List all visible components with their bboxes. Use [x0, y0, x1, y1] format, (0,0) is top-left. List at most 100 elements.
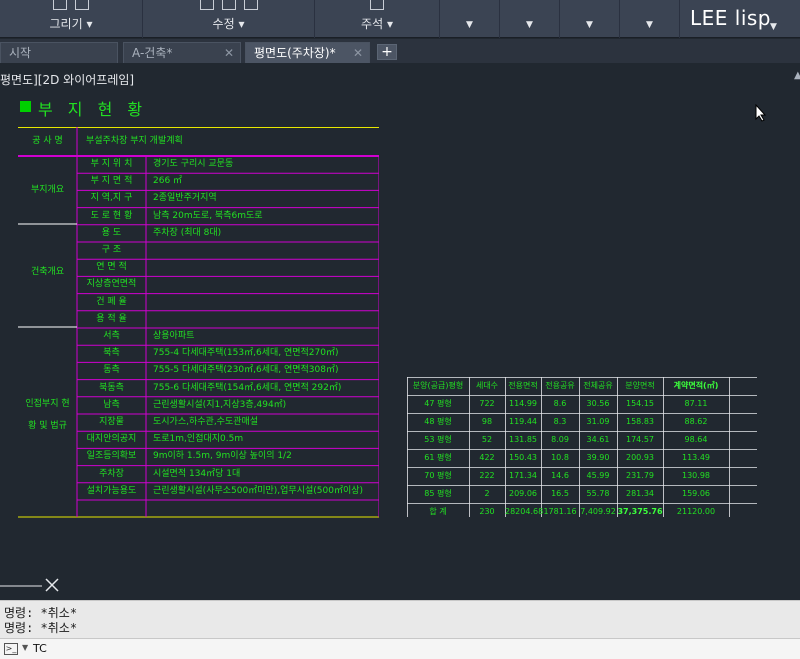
- header-project-value: 부설주차장 부지 개발계획: [86, 136, 183, 146]
- summary-cell: 8.6: [553, 399, 567, 408]
- ribbon-dropdown-1[interactable]: ▼: [440, 0, 500, 38]
- summary-header-cell: 전용공유: [545, 381, 575, 390]
- site-row-value: 주차장 (최대 8대): [153, 227, 222, 238]
- site-row-label: 남측: [103, 399, 120, 410]
- unit-summary-table: 분양(공급)평형 세대수 전용면적 전용공유 전체공유 분양면적 계약면적(㎡) 47 평형 7…: [407, 377, 757, 522]
- summary-cell: 87.11: [684, 399, 708, 408]
- chevron-down-icon[interactable]: ▼: [22, 643, 28, 652]
- summary-cell: 31.09: [586, 417, 610, 426]
- group-label-building: 건축개요: [30, 267, 65, 277]
- site-row-label: 구 조: [101, 245, 122, 255]
- summary-cell: 119.44: [509, 417, 537, 426]
- summary-cell: 7,409.92: [580, 507, 616, 516]
- summary-cell: 30.56: [586, 399, 610, 408]
- summary-cell: 47 평형: [424, 399, 452, 408]
- panel-modify[interactable]: 수정 ▾: [143, 0, 315, 38]
- site-row-value: 남측 20m도로, 북측6m도로: [153, 210, 263, 221]
- close-icon[interactable]: ✕: [224, 43, 234, 63]
- navigation-icon[interactable]: ▲: [794, 70, 800, 81]
- summary-cell: 98: [481, 417, 493, 426]
- site-row-label: 부 지 위 치: [90, 159, 133, 169]
- chevron-down-icon[interactable]: ▼: [770, 22, 777, 32]
- command-input[interactable]: TC: [33, 642, 47, 655]
- summary-cell: 88.62: [684, 417, 708, 426]
- site-row-value: 9m이하 1.5m, 9m이상 높이의 1/2: [153, 451, 292, 462]
- command-history: 명령: *취소* 명령: *취소*: [0, 600, 800, 638]
- chevron-down-icon: ▼: [526, 20, 533, 30]
- site-row-label: 대지안의공지: [86, 434, 137, 445]
- summary-cell: 1781.16: [543, 507, 577, 516]
- site-row-label: 용 도: [101, 227, 122, 238]
- site-row-label: 연 면 적: [96, 262, 127, 273]
- summary-cell: 231.79: [626, 471, 654, 480]
- command-history-line: 명령: *취소*: [4, 621, 78, 635]
- hatch-icon: [75, 0, 89, 10]
- line-icon: [53, 0, 67, 10]
- site-row-value: 도시가스,하수관,수도관매설: [153, 417, 259, 427]
- summary-cell: 34.61: [586, 435, 610, 444]
- ucs-icon: [0, 573, 60, 593]
- summary-cell: 113.49: [682, 453, 710, 462]
- summary-cell: 55.78: [586, 489, 610, 498]
- tab-floor-plan[interactable]: 평면도(주차장)* ✕: [245, 42, 370, 63]
- summary-cell: 158.83: [626, 417, 654, 426]
- site-row-value: 755-6 다세대주택(154㎡,6세대, 연면적 292㎡): [153, 382, 342, 393]
- summary-cell: 154.15: [626, 399, 654, 408]
- mouse-cursor-icon: [755, 103, 767, 126]
- site-row-label: 동측: [103, 365, 120, 376]
- group-label-adjacent: 인접부지 현황 및 법규: [25, 399, 70, 431]
- summary-cell: 85 평형: [424, 489, 452, 498]
- ribbon: 그리기 ▾ 수정 ▾ 주석 ▾ ▼ ▼ ▼ ▼ LEE lisp ▼: [0, 0, 800, 38]
- site-row-label: 북측: [103, 348, 120, 359]
- summary-cell: 722: [479, 399, 495, 408]
- viewport-controls[interactable]: 평면도][2D 와이어프레임]: [0, 71, 134, 88]
- summary-header-cell: 분양(공급)평형: [412, 381, 464, 390]
- close-icon[interactable]: ✕: [353, 43, 363, 63]
- command-line[interactable]: >_ ▼ TC: [0, 638, 800, 659]
- panel-label-modify: 수정: [212, 17, 235, 31]
- summary-cell: 52: [481, 435, 493, 444]
- summary-header-cell: 세대수: [475, 381, 499, 390]
- tab-a-architecture[interactable]: A-건축* ✕: [123, 42, 241, 63]
- summary-cell: 45.99: [586, 471, 610, 480]
- panel-annotate[interactable]: 주석 ▾: [315, 0, 440, 38]
- summary-cell: 422: [479, 453, 495, 462]
- lee-lisp-label[interactable]: LEE lisp: [690, 6, 771, 30]
- drawing-viewport[interactable]: 평면도][2D 와이어프레임] ▲ 부 지 현 황 공 사 명 부설주차장 부지…: [0, 63, 800, 600]
- summary-cell: 61 평형: [424, 453, 452, 462]
- ribbon-dropdown-4[interactable]: ▼: [620, 0, 680, 38]
- site-row-label: 지 역,지 구: [90, 193, 133, 204]
- site-row-value: 경기도 구리시 교문동: [153, 159, 234, 169]
- site-row-label: 도 로 현 황: [90, 210, 133, 221]
- site-row-value: 근린생활시설(지1,지상3층,494㎡): [153, 399, 287, 410]
- array-icon: [221, 0, 236, 10]
- summary-cell: 230: [479, 507, 495, 516]
- summary-cell: 53 평형: [424, 435, 452, 444]
- site-row-label: 주차장: [99, 468, 124, 479]
- new-tab-button[interactable]: +: [377, 44, 397, 60]
- summary-cell: 10.8: [551, 453, 569, 462]
- site-row-label: 설치가능용도: [86, 485, 137, 496]
- ribbon-dropdown-3[interactable]: ▼: [560, 0, 620, 38]
- file-tabs: 시작 A-건축* ✕ 평면도(주차장)* ✕: [0, 39, 800, 63]
- site-row-value: 시설면적 134㎡당 1대: [153, 468, 241, 479]
- title-marker-icon: [20, 101, 31, 112]
- summary-cell: 8.3: [553, 417, 567, 426]
- panel-draw[interactable]: 그리기 ▾: [0, 0, 143, 38]
- summary-cell: 2: [484, 489, 490, 498]
- site-row-value: 도로1m,인접대지0.5m: [153, 434, 244, 445]
- chevron-down-icon: ▼: [586, 20, 593, 30]
- site-row-value: 755-4 다세대주택(153㎡,6세대, 연면적270㎡): [153, 348, 339, 359]
- summary-header-cell: 전체공유: [583, 381, 613, 390]
- site-row-label: 서측: [103, 331, 120, 341]
- site-row-label: 용 적 율: [96, 313, 127, 324]
- command-prompt-icon[interactable]: >_: [4, 643, 18, 655]
- summary-header-cell: 계약면적(㎡): [673, 381, 719, 390]
- summary-cell: 159.06: [682, 489, 710, 498]
- summary-cell: 8.09: [551, 435, 569, 444]
- tab-start[interactable]: 시작: [0, 42, 118, 63]
- summary-cell: 48 평형: [424, 417, 452, 426]
- site-row-label: 건 폐 율: [96, 296, 127, 307]
- ribbon-dropdown-2[interactable]: ▼: [500, 0, 560, 38]
- summary-cell: 16.5: [551, 489, 569, 498]
